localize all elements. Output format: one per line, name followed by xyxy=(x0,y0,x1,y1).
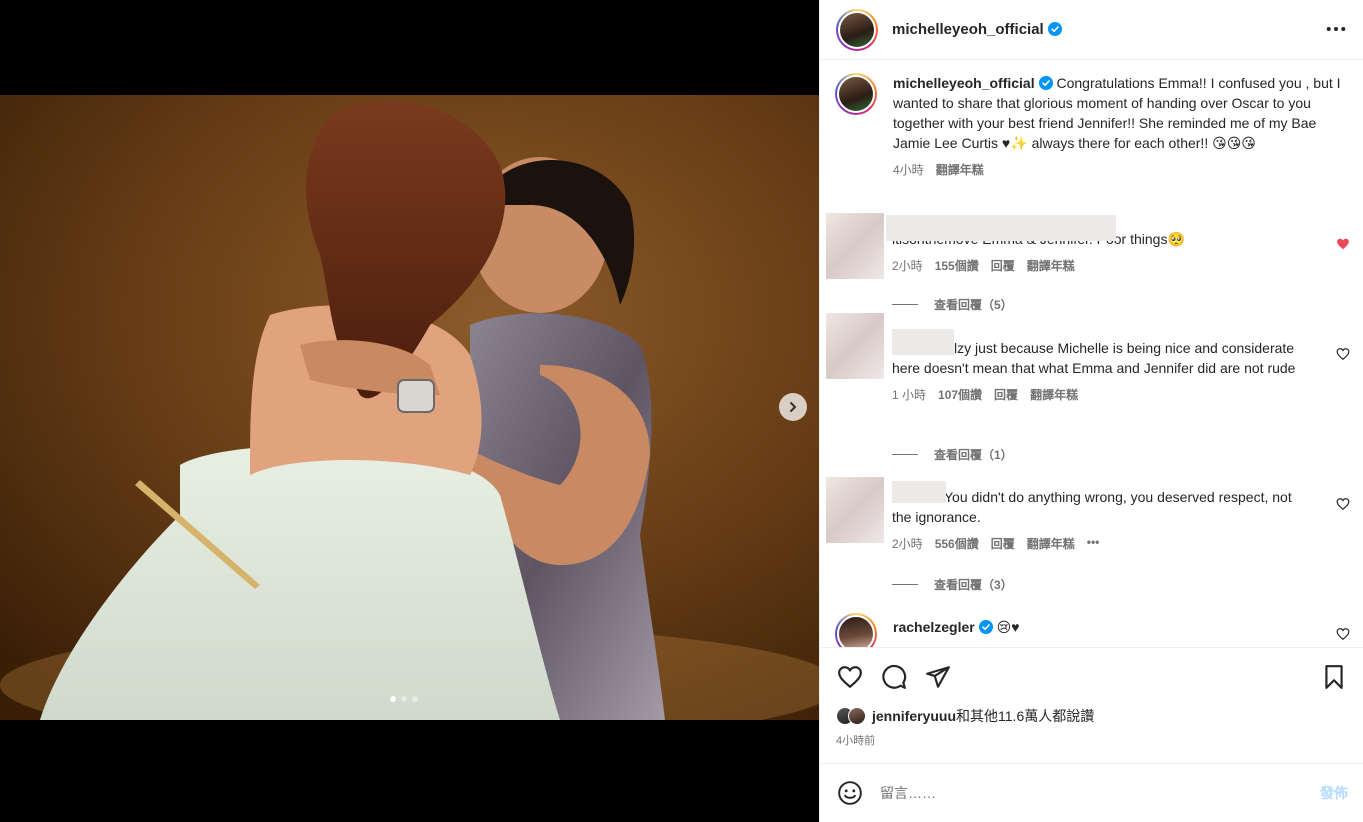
like-button[interactable] xyxy=(836,663,864,691)
comment-reply-button[interactable]: 回覆 xyxy=(994,386,1018,403)
comment-time: 2小時 xyxy=(892,537,923,551)
comment-meta: 2小時 155個讚 回覆 翻譯年糕 xyxy=(892,257,1356,274)
blurred-avatar xyxy=(826,313,884,379)
comment-reply-button[interactable]: 回覆 xyxy=(991,257,1015,274)
post-actions: jenniferyuuu和其他11.6萬人都說讚 4小時前 xyxy=(820,647,1363,748)
comment-button[interactable] xyxy=(880,663,908,691)
divider-line xyxy=(892,304,918,305)
post-timestamp: 4小時前 xyxy=(836,735,876,747)
action-bar xyxy=(836,662,1348,692)
comment-time: 2小時 xyxy=(892,259,923,273)
comment-text: You didn't do anything wrong, you deserv… xyxy=(892,489,1292,525)
caption-translate-link[interactable]: 翻譯年糕 xyxy=(936,161,984,178)
paper-plane-icon xyxy=(926,666,950,688)
blurred-username xyxy=(886,215,1116,241)
verified-badge-icon xyxy=(1047,22,1062,36)
post-comment-button[interactable]: 發佈 xyxy=(1320,783,1348,803)
heart-outline-icon xyxy=(838,666,862,688)
liker-username[interactable]: jenniferyuuu xyxy=(872,708,956,724)
post-header: michelleyeoh_official xyxy=(820,0,1363,60)
save-button[interactable] xyxy=(1320,663,1348,691)
commenter-avatar[interactable] xyxy=(835,613,877,647)
heart-outline-icon[interactable] xyxy=(1336,627,1350,641)
carousel-dot xyxy=(412,696,418,702)
comment-time: 1 小時 xyxy=(892,388,927,402)
caption-username[interactable]: michelleyeoh_official xyxy=(893,75,1035,91)
view-replies-button[interactable]: 查看回覆（5） xyxy=(892,296,1013,313)
emoji-button[interactable] xyxy=(836,779,864,807)
view-replies-label[interactable]: 查看回覆（5） xyxy=(934,296,1013,313)
blurred-avatar xyxy=(826,213,884,279)
comment-text: lzy just because Michelle is being nice … xyxy=(892,340,1296,376)
view-replies-label[interactable]: 查看回覆（3） xyxy=(934,576,1013,593)
comment-body: 😢♥ xyxy=(992,619,1020,635)
author-username-text[interactable]: michelleyeoh_official xyxy=(892,21,1044,38)
post-caption: michelleyeoh_official Congratulations Em… xyxy=(835,73,1350,178)
view-replies-label[interactable]: 查看回覆（1） xyxy=(934,446,1013,463)
more-options-button[interactable] xyxy=(1325,18,1347,40)
comment-meta: 1 小時 107個讚 回覆 翻譯年糕 xyxy=(892,386,1356,403)
comment-input[interactable] xyxy=(880,785,1320,801)
comment-composer: 發佈 xyxy=(820,763,1363,822)
carousel-next-button[interactable] xyxy=(779,393,807,421)
verified-badge-icon xyxy=(1038,76,1053,90)
carousel-dot xyxy=(401,696,407,702)
carousel-indicator xyxy=(390,696,418,702)
carousel-dot xyxy=(390,696,396,702)
more-horizontal-icon xyxy=(1326,27,1346,31)
likes-rest[interactable]: 和其他11.6萬人都說讚 xyxy=(956,708,1094,724)
comment-reply-button[interactable]: 回覆 xyxy=(991,535,1015,552)
comment-meta: 2小時 556個讚 回覆 翻譯年糕 ••• xyxy=(892,535,1356,552)
post-photo xyxy=(0,95,819,720)
comment-translate-link[interactable]: 翻譯年糕 xyxy=(1027,257,1075,274)
caption-text: michelleyeoh_official Congratulations Em… xyxy=(893,73,1350,153)
likes-text[interactable]: jenniferyuuu和其他11.6萬人都說讚 xyxy=(872,706,1094,726)
comment-more-button[interactable]: ••• xyxy=(1087,535,1100,552)
view-replies-button[interactable]: 查看回覆（3） xyxy=(892,576,1013,593)
comment-text: rachelzegler 😢♥ xyxy=(893,613,1350,637)
post-side-panel: michelleyeoh_official michelleyeoh_offic… xyxy=(819,0,1363,822)
caption-meta: 4小時 翻譯年糕 xyxy=(893,161,1350,178)
comments-list[interactable]: michelleyeoh_official Congratulations Em… xyxy=(820,61,1363,647)
comment-translate-link[interactable]: 翻譯年糕 xyxy=(1030,386,1078,403)
divider-line xyxy=(892,584,918,585)
smiley-icon xyxy=(838,781,862,805)
heart-outline-icon[interactable] xyxy=(1336,497,1350,511)
share-button[interactable] xyxy=(924,663,952,691)
bookmark-icon xyxy=(1325,665,1343,689)
commenter-username[interactable]: rachelzegler xyxy=(893,619,975,635)
comment-item: You didn't do anything wrong, you deserv… xyxy=(826,477,1356,552)
heart-outline-icon[interactable] xyxy=(1336,347,1350,361)
comment-likes[interactable]: 556個讚 xyxy=(935,535,979,552)
liked-heart-icon[interactable] xyxy=(1336,237,1350,251)
blurred-avatar xyxy=(826,477,884,543)
view-replies-button[interactable]: 查看回覆（1） xyxy=(892,446,1013,463)
comment-item: itisonthemove Emma & Jennifer. Poor thin… xyxy=(826,213,1356,279)
comment-item: lzy just because Michelle is being nice … xyxy=(826,313,1356,403)
instagram-post-dialog: michelleyeoh_official michelleyeoh_offic… xyxy=(0,0,1363,822)
chevron-right-icon xyxy=(790,402,796,412)
author-avatar[interactable] xyxy=(836,8,878,51)
divider-line xyxy=(892,454,918,455)
verified-badge-icon xyxy=(978,620,993,634)
blurred-username xyxy=(892,329,954,355)
blurred-username xyxy=(892,481,946,503)
comment-bubble-icon xyxy=(882,664,907,689)
author-username[interactable]: michelleyeoh_official xyxy=(892,21,1062,38)
liker-avatar xyxy=(848,707,866,725)
post-media xyxy=(0,0,819,822)
likes-summary: jenniferyuuu和其他11.6萬人都說讚 xyxy=(836,706,1348,726)
caption-avatar[interactable] xyxy=(835,73,877,115)
comment-translate-link[interactable]: 翻譯年糕 xyxy=(1027,535,1075,552)
comment-item: rachelzegler 😢♥ xyxy=(835,613,1350,647)
comment-likes[interactable]: 107個讚 xyxy=(938,386,982,403)
comment-likes[interactable]: 155個讚 xyxy=(935,257,979,274)
caption-time: 4小時 xyxy=(893,163,924,177)
